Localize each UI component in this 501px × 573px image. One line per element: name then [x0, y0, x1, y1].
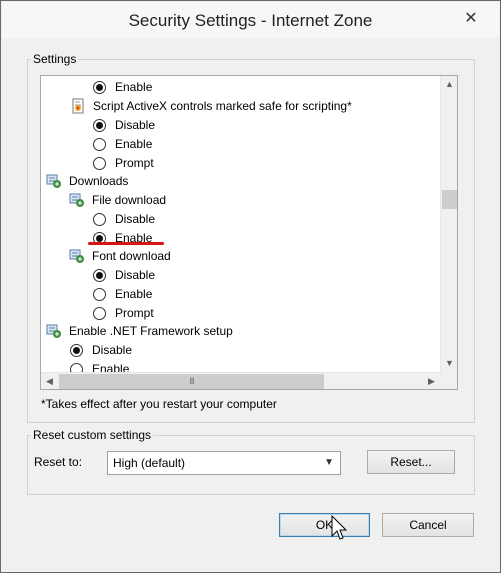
radio-label: Enable: [115, 137, 153, 151]
vertical-scrollbar[interactable]: ▲ ▼: [440, 76, 457, 372]
radio-option[interactable]: Prompt: [93, 154, 154, 172]
radio-option[interactable]: Disable: [93, 210, 155, 228]
vertical-scroll-thumb[interactable]: [442, 190, 457, 209]
tree-node-label: Enable .NET Framework setup: [69, 324, 233, 338]
radio-label: Disable: [115, 118, 156, 132]
close-icon[interactable]: ✕: [461, 10, 481, 28]
settings-group-label: Settings: [31, 52, 79, 66]
tree-node-label: Script ActiveX controls marked safe for …: [93, 99, 352, 113]
restart-note: *Takes effect after you restart your com…: [41, 397, 277, 411]
radio-option[interactable]: Disable: [93, 266, 155, 284]
radio-option[interactable]: Enable: [93, 285, 152, 303]
script-activex-icon: [72, 98, 84, 114]
horizontal-scrollbar[interactable]: ◀ III ▶: [41, 372, 440, 389]
scroll-up-arrow-icon[interactable]: ▲: [441, 76, 457, 93]
mouse-cursor-icon: [331, 515, 347, 540]
reset-level-select[interactable]: High (default) ▼: [107, 451, 341, 475]
reset-button[interactable]: Reset...: [367, 450, 455, 474]
reset-group-label: Reset custom settings: [31, 428, 154, 442]
radio-option[interactable]: Prompt: [93, 304, 154, 322]
window-title: Security Settings - Internet Zone: [128, 11, 373, 30]
reset-level-value: High (default): [113, 456, 186, 470]
radio-option[interactable]: Disable: [70, 341, 132, 359]
security-settings-dialog: Security Settings - Internet Zone ✕ Sett…: [0, 0, 501, 573]
ok-button[interactable]: OK: [279, 513, 370, 537]
radio-unselected-icon[interactable]: [93, 306, 106, 320]
radio-selected-icon[interactable]: [93, 118, 106, 132]
tree-node-label: File download: [92, 193, 167, 207]
radio-label: Disable: [115, 212, 156, 226]
radio-selected-icon[interactable]: [93, 80, 106, 94]
radio-unselected-icon[interactable]: [93, 137, 106, 151]
horizontal-scroll-thumb[interactable]: III: [59, 374, 324, 389]
settings-tree[interactable]: Enable Script ActiveX controls marked saf…: [40, 75, 458, 390]
radio-label: Enable: [115, 287, 153, 301]
tree-node[interactable]: Script ActiveX controls marked safe for …: [70, 97, 352, 115]
chevron-down-icon[interactable]: ▼: [324, 452, 334, 474]
radio-unselected-icon[interactable]: [93, 156, 106, 170]
radio-label: Disable: [92, 343, 133, 357]
settings-icon: [69, 193, 84, 207]
scroll-left-arrow-icon[interactable]: ◀: [41, 373, 58, 389]
radio-option[interactable]: Enable: [93, 78, 152, 96]
radio-option[interactable]: Disable: [93, 116, 155, 134]
scrollbar-corner: [440, 372, 457, 389]
tree-node[interactable]: Downloads: [46, 172, 128, 190]
settings-icon: [69, 249, 84, 263]
radio-unselected-icon[interactable]: [93, 212, 106, 226]
scroll-right-arrow-icon[interactable]: ▶: [423, 373, 440, 389]
title-bar[interactable]: Security Settings - Internet Zone ✕: [2, 2, 499, 38]
tree-node-label: Downloads: [69, 174, 129, 188]
tree-node-label: Font download: [92, 249, 171, 263]
tree-node[interactable]: File download: [69, 191, 166, 209]
radio-selected-icon[interactable]: [93, 268, 106, 282]
highlight-underline: [88, 242, 164, 245]
tree-node[interactable]: Enable .NET Framework setup: [46, 322, 233, 340]
tree-node[interactable]: Font download: [69, 247, 171, 265]
radio-label: Disable: [115, 268, 156, 282]
radio-option[interactable]: Enable: [93, 135, 152, 153]
radio-label: Prompt: [115, 306, 154, 320]
radio-label: Prompt: [115, 156, 154, 170]
settings-category-icon: [46, 174, 61, 188]
reset-to-label: Reset to:: [34, 455, 83, 469]
scroll-down-arrow-icon[interactable]: ▼: [441, 355, 457, 372]
cancel-button[interactable]: Cancel: [382, 513, 474, 537]
radio-unselected-icon[interactable]: [93, 287, 106, 301]
radio-label: Enable: [115, 80, 153, 94]
radio-selected-icon[interactable]: [70, 343, 83, 357]
settings-icon: [46, 324, 61, 338]
